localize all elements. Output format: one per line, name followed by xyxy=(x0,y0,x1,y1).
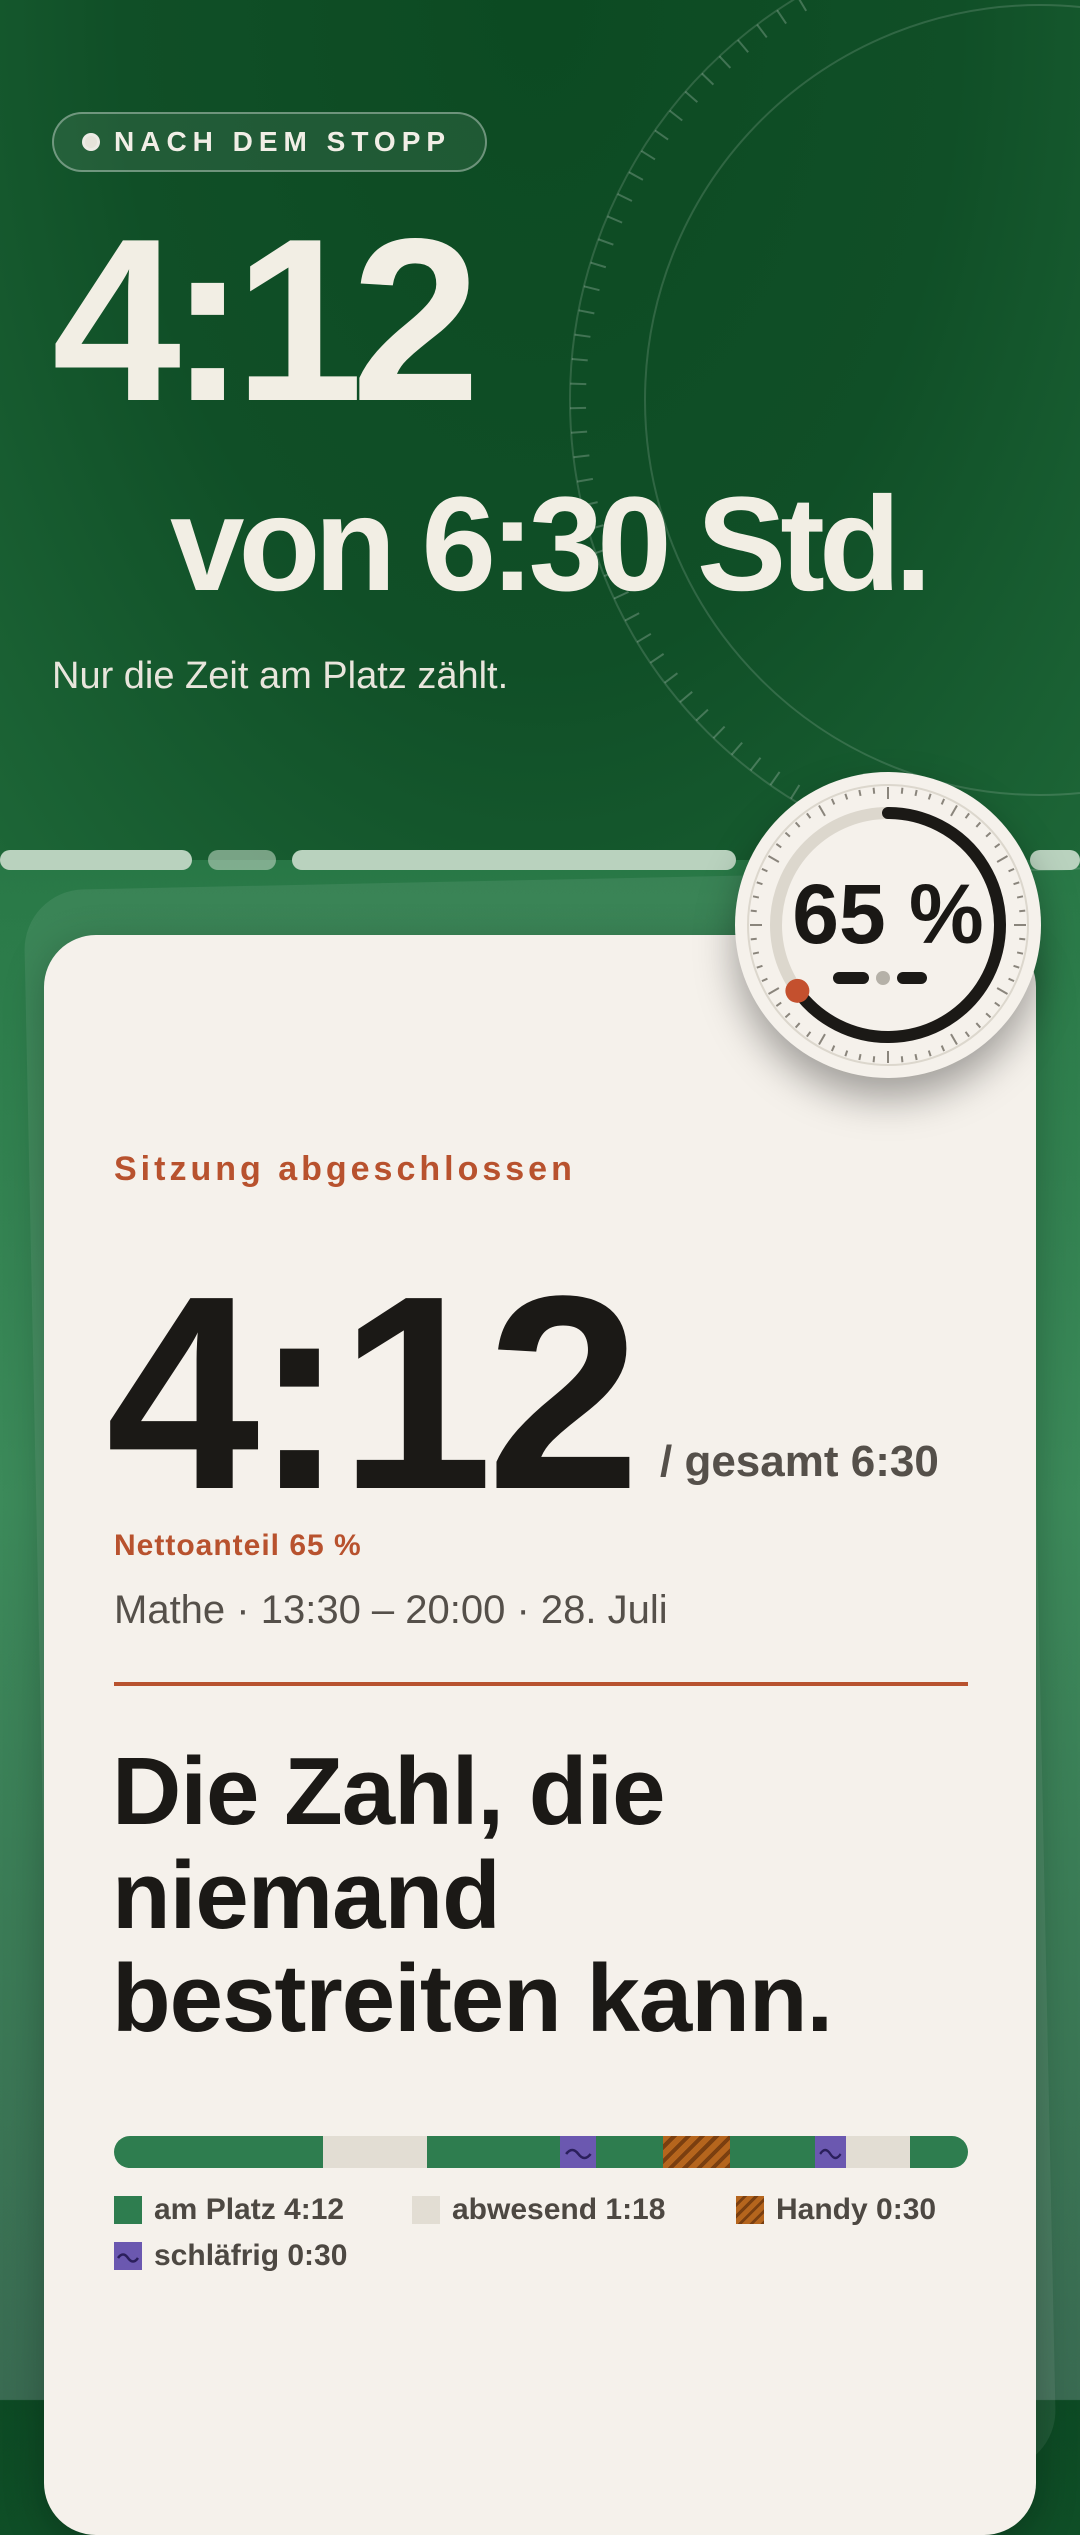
gauge-tick xyxy=(929,1051,931,1057)
gauge-tick xyxy=(902,1056,903,1062)
gauge-tick xyxy=(776,844,781,848)
gauge-tick xyxy=(785,1013,789,1017)
hero-net-time: 4:12 xyxy=(52,205,468,437)
gauge-tick xyxy=(1014,966,1020,968)
gauge-tick xyxy=(768,988,778,994)
gauge-tick xyxy=(819,805,825,815)
gauge-tick xyxy=(859,790,860,796)
headline-line: niemand xyxy=(112,1844,992,1948)
headline-line: Die Zahl, die xyxy=(112,1740,992,1844)
timeline-segment-am-platz xyxy=(596,2136,663,2168)
gauge-tick xyxy=(986,1013,990,1017)
timeline-segment-schlaefrig xyxy=(815,2136,846,2168)
gauge-tick xyxy=(807,1032,811,1037)
legend-label: Handy 0:30 xyxy=(776,2193,936,2227)
gauge-tick xyxy=(845,794,847,800)
session-timeline-bar xyxy=(114,2136,968,2168)
gauge-tick xyxy=(832,1046,834,1051)
legend-label: schläfrig 0:30 xyxy=(154,2239,347,2273)
gauge-tick xyxy=(986,833,990,837)
total-time-label: / gesamt 6:30 xyxy=(660,1437,939,1487)
legend-item-abwesend: abwesend 1:18 xyxy=(412,2193,665,2227)
status-badge-label: NACH DEM STOPP xyxy=(114,126,451,158)
gauge-tick xyxy=(942,1046,944,1051)
gauge-tick xyxy=(819,1034,825,1044)
legend-swatch-schlaefrig xyxy=(114,2242,142,2270)
gauge-tick xyxy=(915,1054,916,1060)
gauge-tick xyxy=(995,844,1000,848)
legend-label: am Platz 4:12 xyxy=(154,2193,344,2227)
gauge-tick xyxy=(966,1032,970,1037)
gauge-tick xyxy=(845,1051,847,1057)
legend-swatch-am-platz xyxy=(114,2196,142,2224)
rail-segment xyxy=(0,850,192,870)
timeline-segment-abwesend xyxy=(846,2136,910,2168)
gauge-percent-label: 65 % xyxy=(735,866,1041,963)
headline: Die Zahl, die niemand bestreiten kann. xyxy=(112,1740,992,2051)
hero-subtitle: Nur die Zeit am Platz zählt. xyxy=(52,655,508,698)
gauge-tick xyxy=(757,966,763,968)
divider xyxy=(114,1682,968,1686)
gauge-tick xyxy=(902,788,903,794)
legend-item-handy: Handy 0:30 xyxy=(736,2193,936,2227)
gauge-tick xyxy=(796,822,800,826)
gauge-tick xyxy=(942,799,944,804)
gauge-tick xyxy=(997,988,1007,994)
gauge-tick xyxy=(951,805,957,815)
gauge-tick xyxy=(874,788,875,794)
legend-label: abwesend 1:18 xyxy=(452,2193,665,2227)
timeline-segment-am-platz xyxy=(114,2136,323,2168)
timeline-segment-schlaefrig xyxy=(560,2136,597,2168)
status-dot-icon xyxy=(82,133,100,151)
gauge-tick xyxy=(976,822,980,826)
rail-segment xyxy=(208,850,276,870)
timeline-segment-abwesend xyxy=(323,2136,427,2168)
status-badge: NACH DEM STOPP xyxy=(52,112,487,172)
net-time-display: 4:12 xyxy=(106,1255,634,1531)
gauge-tick xyxy=(874,1056,875,1062)
session-status-label: Sitzung abgeschlossen xyxy=(114,1150,576,1189)
session-meta: Mathe · 13:30 – 20:00 · 28. Juli xyxy=(114,1588,668,1633)
gauge-tick xyxy=(966,813,970,818)
gauge-tick xyxy=(768,856,778,862)
legend-swatch-abwesend xyxy=(412,2196,440,2224)
gauge-tick xyxy=(776,1003,781,1007)
gauge-tick xyxy=(1009,979,1014,981)
rail-segment xyxy=(292,850,736,870)
timeline-segment-am-platz xyxy=(910,2136,968,2168)
timeline-segment-handy xyxy=(663,2136,730,2168)
timeline-segment-am-platz xyxy=(730,2136,815,2168)
gauge-tick xyxy=(785,833,789,837)
net-share-label: Nettoanteil 65 % xyxy=(114,1529,362,1563)
legend-swatch-handy xyxy=(736,2196,764,2224)
gauge-tick xyxy=(929,794,931,800)
share-gauge: 65 % xyxy=(735,772,1041,1078)
gauge-tick xyxy=(807,813,811,818)
gauge-tick xyxy=(859,1054,860,1060)
hero-total-time: von 6:30 Std. xyxy=(170,478,926,612)
headline-line: bestreiten kann. xyxy=(112,1947,992,2051)
gauge-tick xyxy=(915,790,916,796)
gauge-marker xyxy=(785,979,809,1003)
gauge-tick xyxy=(976,1023,980,1027)
timeline-segment-am-platz xyxy=(427,2136,559,2168)
gauge-tick xyxy=(997,856,1007,862)
gauge-tick xyxy=(832,799,834,804)
legend-item-schlaefrig: schläfrig 0:30 xyxy=(114,2239,347,2273)
gauge-tick xyxy=(951,1034,957,1044)
gauge-tick xyxy=(995,1003,1000,1007)
gauge-tick xyxy=(762,979,767,981)
gauge-tick xyxy=(796,1023,800,1027)
legend-item-am-platz: am Platz 4:12 xyxy=(114,2193,344,2227)
